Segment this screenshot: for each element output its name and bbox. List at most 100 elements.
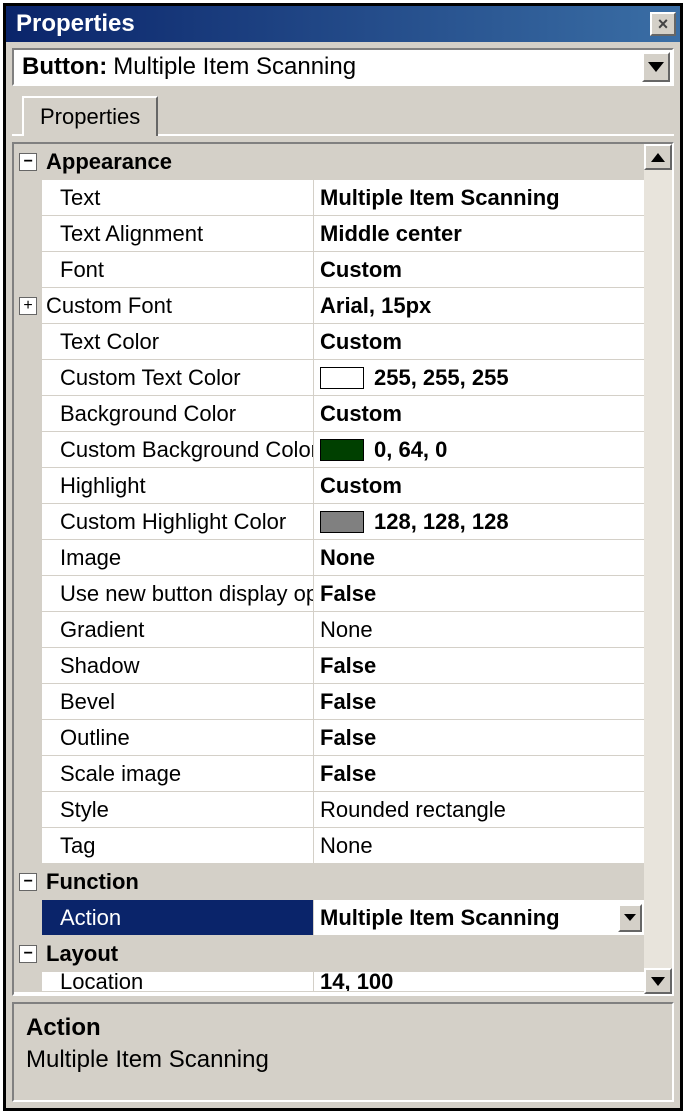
prop-value[interactable]: None xyxy=(314,612,644,647)
description-panel: Action Multiple Item Scanning xyxy=(12,1002,674,1102)
prop-custom-font[interactable]: + Custom Font Arial, 15px xyxy=(14,288,644,324)
tab-properties[interactable]: Properties xyxy=(22,96,158,136)
color-swatch xyxy=(320,367,364,389)
color-swatch xyxy=(320,511,364,533)
prop-label: Custom Highlight Color xyxy=(42,504,314,539)
expand-icon[interactable]: + xyxy=(19,297,37,315)
prop-tag[interactable]: Tag None xyxy=(14,828,644,864)
prop-value[interactable]: False xyxy=(314,684,644,719)
properties-window: Properties × Button: Multiple Item Scann… xyxy=(3,3,683,1111)
prop-label: Custom Background Color xyxy=(42,432,314,467)
prop-value[interactable]: False xyxy=(314,576,644,611)
category-appearance[interactable]: − Appearance xyxy=(14,144,644,180)
prop-value[interactable]: None xyxy=(314,828,644,863)
close-button[interactable]: × xyxy=(650,12,676,36)
prop-label: Custom Font xyxy=(42,288,314,323)
chevron-down-icon xyxy=(648,62,664,72)
prop-label: Use new button display options xyxy=(42,576,314,611)
object-name: Multiple Item Scanning xyxy=(113,53,642,81)
prop-outline[interactable]: Outline False xyxy=(14,720,644,756)
prop-value[interactable]: Middle center xyxy=(314,216,644,251)
prop-text-alignment[interactable]: Text Alignment Middle center xyxy=(14,216,644,252)
prop-value[interactable]: Arial, 15px xyxy=(314,288,644,323)
category-label: Layout xyxy=(42,936,314,971)
prop-label: Scale image xyxy=(42,756,314,791)
prop-value[interactable]: Custom xyxy=(314,252,644,287)
collapse-icon[interactable]: − xyxy=(19,153,37,171)
chevron-up-icon xyxy=(651,153,665,162)
prop-value[interactable]: None xyxy=(314,540,644,575)
prop-label: Style xyxy=(42,792,314,827)
prop-gradient[interactable]: Gradient None xyxy=(14,612,644,648)
scroll-up-button[interactable] xyxy=(644,144,672,170)
prop-style[interactable]: Style Rounded rectangle xyxy=(14,792,644,828)
prop-value[interactable]: False xyxy=(314,648,644,683)
prop-label: Text Alignment xyxy=(42,216,314,251)
object-selector[interactable]: Button: Multiple Item Scanning xyxy=(12,48,674,86)
prop-action[interactable]: Action Multiple Item Scanning xyxy=(14,900,644,936)
prop-label: Outline xyxy=(42,720,314,755)
chevron-down-icon xyxy=(651,977,665,986)
object-dropdown-button[interactable] xyxy=(642,52,670,82)
prop-label: Text Color xyxy=(42,324,314,359)
prop-highlight[interactable]: Highlight Custom xyxy=(14,468,644,504)
prop-value[interactable]: 14, 100 xyxy=(314,972,644,991)
window-title: Properties xyxy=(16,10,650,38)
prop-text-color[interactable]: Text Color Custom xyxy=(14,324,644,360)
prop-text[interactable]: Text Multiple Item Scanning xyxy=(14,180,644,216)
category-label: Appearance xyxy=(42,144,314,179)
prop-value[interactable]: 0, 64, 0 xyxy=(314,432,644,467)
prop-background-color[interactable]: Background Color Custom xyxy=(14,396,644,432)
prop-value[interactable]: 255, 255, 255 xyxy=(314,360,644,395)
prop-label: Location xyxy=(42,972,314,991)
category-label: Function xyxy=(42,864,314,899)
category-function[interactable]: − Function xyxy=(14,864,644,900)
prop-label: Tag xyxy=(42,828,314,863)
prop-custom-text-color[interactable]: Custom Text Color 255, 255, 255 xyxy=(14,360,644,396)
prop-label: Action xyxy=(42,900,314,935)
prop-font[interactable]: Font Custom xyxy=(14,252,644,288)
prop-label: Background Color xyxy=(42,396,314,431)
tab-strip: Properties xyxy=(12,92,674,136)
vertical-scrollbar[interactable] xyxy=(644,144,672,994)
prop-custom-highlight-color[interactable]: Custom Highlight Color 128, 128, 128 xyxy=(14,504,644,540)
prop-value[interactable]: Rounded rectangle xyxy=(314,792,644,827)
prop-value[interactable]: 128, 128, 128 xyxy=(314,504,644,539)
description-title: Action xyxy=(26,1014,660,1042)
prop-image[interactable]: Image None xyxy=(14,540,644,576)
prop-value[interactable]: False xyxy=(314,720,644,755)
prop-label: Font xyxy=(42,252,314,287)
prop-bevel[interactable]: Bevel False xyxy=(14,684,644,720)
prop-value[interactable]: False xyxy=(314,756,644,791)
prop-value[interactable]: Multiple Item Scanning xyxy=(314,900,644,935)
close-icon: × xyxy=(658,14,669,35)
prop-label: Bevel xyxy=(42,684,314,719)
property-grid: − Appearance Text Multiple Item Scanning… xyxy=(12,142,674,996)
prop-shadow[interactable]: Shadow False xyxy=(14,648,644,684)
collapse-icon[interactable]: − xyxy=(19,873,37,891)
category-layout[interactable]: − Layout xyxy=(14,936,644,972)
prop-custom-background-color[interactable]: Custom Background Color 0, 64, 0 xyxy=(14,432,644,468)
prop-scale-image[interactable]: Scale image False xyxy=(14,756,644,792)
prop-label: Shadow xyxy=(42,648,314,683)
value-dropdown-button[interactable] xyxy=(618,904,642,932)
prop-value[interactable]: Custom xyxy=(314,468,644,503)
prop-label: Highlight xyxy=(42,468,314,503)
collapse-icon[interactable]: − xyxy=(19,945,37,963)
prop-label: Gradient xyxy=(42,612,314,647)
titlebar: Properties × xyxy=(6,6,680,42)
prop-use-new-display[interactable]: Use new button display options False xyxy=(14,576,644,612)
grid-body: − Appearance Text Multiple Item Scanning… xyxy=(14,144,644,994)
description-text: Multiple Item Scanning xyxy=(26,1046,660,1074)
prop-label: Custom Text Color xyxy=(42,360,314,395)
prop-label: Text xyxy=(42,180,314,215)
prop-label: Image xyxy=(42,540,314,575)
prop-value[interactable]: Custom xyxy=(314,324,644,359)
scroll-track[interactable] xyxy=(644,170,672,968)
scroll-down-button[interactable] xyxy=(644,968,672,994)
color-swatch xyxy=(320,439,364,461)
prop-value[interactable]: Custom xyxy=(314,396,644,431)
prop-location[interactable]: Location 14, 100 xyxy=(14,972,644,992)
chevron-down-icon xyxy=(624,914,636,921)
prop-value[interactable]: Multiple Item Scanning xyxy=(314,180,644,215)
